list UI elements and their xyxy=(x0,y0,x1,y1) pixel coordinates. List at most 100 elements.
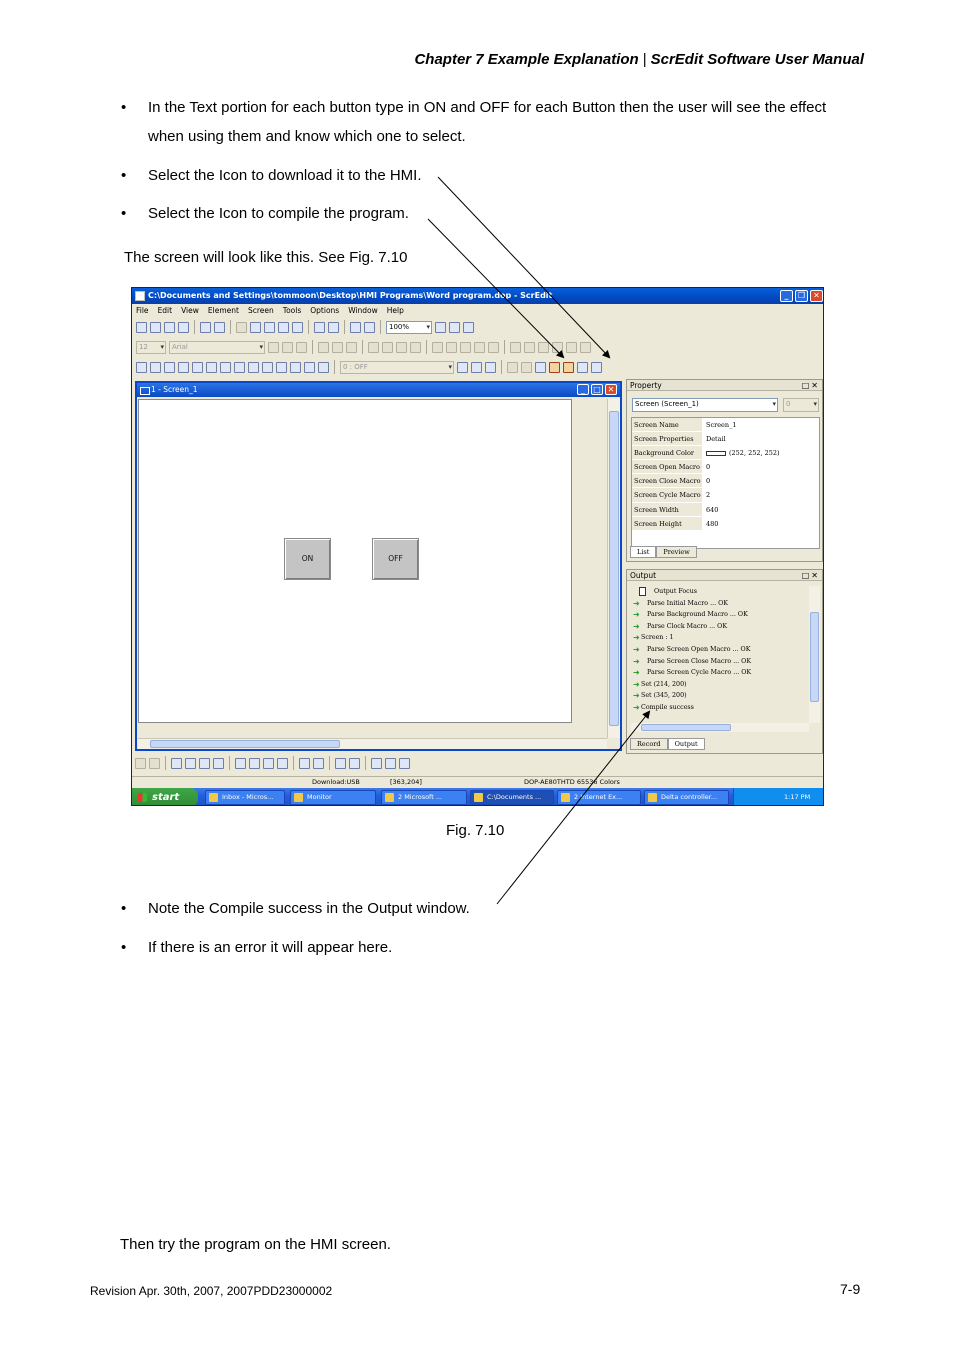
menu-view[interactable]: View xyxy=(181,304,199,317)
property-row[interactable]: Screen Open Macro 0 xyxy=(632,460,819,475)
pen-icon[interactable] xyxy=(432,341,443,353)
property-row[interactable]: Screen Width 640 xyxy=(632,502,819,517)
forward-icon[interactable] xyxy=(521,361,532,373)
menu-edit[interactable]: Edit xyxy=(158,304,173,317)
property-row[interactable]: Screen Name Screen_1 xyxy=(632,418,819,433)
start-button[interactable]: start xyxy=(132,788,198,805)
compile-icon[interactable] xyxy=(535,361,546,373)
hmi-on-button[interactable]: ON xyxy=(284,538,331,580)
copy-icon[interactable] xyxy=(250,321,261,333)
menu-help[interactable]: Help xyxy=(387,304,404,317)
task-internet[interactable]: 2 Internet Ex... xyxy=(557,790,641,805)
property-panel-controls[interactable]: □✕ xyxy=(802,380,820,391)
vertical-scrollbar[interactable] xyxy=(607,399,620,738)
meter-element-icon[interactable] xyxy=(150,361,161,373)
help-icon[interactable] xyxy=(364,321,375,333)
screen-open-icon[interactable] xyxy=(328,321,339,333)
grid-snap-icon[interactable] xyxy=(399,757,410,769)
grid-icon[interactable] xyxy=(460,341,471,353)
lamp-element-icon[interactable] xyxy=(206,361,217,373)
upload-icon[interactable] xyxy=(563,361,574,373)
font-size-select[interactable]: 12 xyxy=(136,340,166,354)
doc-minimize-button[interactable]: _ xyxy=(577,384,589,395)
multi-select-icon[interactable] xyxy=(149,757,160,769)
save-as-icon[interactable] xyxy=(178,321,189,333)
property-row[interactable]: Screen Close Macro 0 xyxy=(632,474,819,489)
print-icon[interactable] xyxy=(350,321,361,333)
find-icon[interactable] xyxy=(292,321,303,333)
bring-front-icon[interactable] xyxy=(171,757,182,769)
align-bottom-edge-icon[interactable] xyxy=(277,757,288,769)
tool-d-icon[interactable] xyxy=(552,341,563,353)
save-icon[interactable] xyxy=(164,321,175,333)
button-element-icon[interactable] xyxy=(136,361,147,373)
italic-icon[interactable] xyxy=(396,341,407,353)
center-vertical-icon[interactable] xyxy=(313,757,324,769)
minimize-button[interactable]: _ xyxy=(780,290,793,302)
delete-icon[interactable] xyxy=(278,321,289,333)
zoom-fit-icon[interactable] xyxy=(463,321,474,333)
move-top-icon[interactable] xyxy=(332,341,343,353)
layer-icon[interactable] xyxy=(474,341,485,353)
screen-icon[interactable] xyxy=(314,321,325,333)
doc-close-button[interactable]: ✕ xyxy=(605,384,617,395)
align-left-edge-icon[interactable] xyxy=(235,757,246,769)
circle-element-icon[interactable] xyxy=(220,361,231,373)
chart-element-icon[interactable] xyxy=(262,361,273,373)
macro-icon[interactable] xyxy=(471,361,482,373)
macro-edit-icon[interactable] xyxy=(485,361,496,373)
menu-screen[interactable]: Screen xyxy=(248,304,274,317)
tab-list[interactable]: List xyxy=(630,546,657,558)
space-vertical-icon[interactable] xyxy=(385,757,396,769)
menu-tools[interactable]: Tools xyxy=(283,304,301,317)
output-panel-controls[interactable]: □✕ xyxy=(802,570,820,581)
zoom-out-icon[interactable] xyxy=(449,321,460,333)
output-horizontal-scrollbar[interactable] xyxy=(631,723,809,732)
tool-b-icon[interactable] xyxy=(524,341,535,353)
task-inbox[interactable]: Inbox - Micros... xyxy=(205,790,285,805)
input-element-icon[interactable] xyxy=(248,361,259,373)
property-row[interactable]: Screen Properties Detail xyxy=(632,432,819,447)
table-element-icon[interactable] xyxy=(290,361,301,373)
underline-icon[interactable] xyxy=(410,341,421,353)
open-folder-icon[interactable] xyxy=(150,321,161,333)
tab-record[interactable]: Record xyxy=(630,738,668,750)
property-row[interactable]: Background Color (252, 252, 252) xyxy=(632,446,819,461)
zoom-in-icon[interactable] xyxy=(435,321,446,333)
tool-e-icon[interactable] xyxy=(566,341,577,353)
new-file-icon[interactable] xyxy=(136,321,147,333)
menu-file[interactable]: File xyxy=(136,304,149,317)
task-delta[interactable]: Delta controller... xyxy=(644,790,729,805)
property-object-select[interactable]: Screen (Screen_1) xyxy=(632,398,778,412)
tool-a-icon[interactable] xyxy=(510,341,521,353)
trend-element-icon[interactable] xyxy=(276,361,287,373)
output-vertical-scrollbar[interactable] xyxy=(809,586,820,723)
fill-icon[interactable] xyxy=(446,341,457,353)
pipe-element-icon[interactable] xyxy=(178,361,189,373)
align-right-edge-icon[interactable] xyxy=(249,757,260,769)
menu-window[interactable]: Window xyxy=(348,304,378,317)
zoom-select[interactable]: 100% xyxy=(386,320,432,334)
design-canvas[interactable]: ON OFF xyxy=(138,399,572,723)
align-left-icon[interactable] xyxy=(268,341,279,353)
restore-button[interactable]: ❐ xyxy=(795,290,808,302)
same-width-icon[interactable] xyxy=(335,757,346,769)
move-down-icon[interactable] xyxy=(346,341,357,353)
alarm-element-icon[interactable] xyxy=(304,361,315,373)
menu-element[interactable]: Element xyxy=(208,304,239,317)
task-microsoft[interactable]: 2 Microsoft ... xyxy=(381,790,467,805)
hmi-off-button[interactable]: OFF xyxy=(372,538,419,580)
transfer-icon[interactable] xyxy=(591,361,602,373)
download-icon[interactable] xyxy=(549,361,560,373)
state-select[interactable]: 0 : OFF xyxy=(340,360,454,374)
cut-icon[interactable] xyxy=(236,321,247,333)
pie-element-icon[interactable] xyxy=(192,361,203,373)
keypad-element-icon[interactable] xyxy=(318,361,329,373)
task-documents[interactable]: C:\Documents ... xyxy=(470,790,554,805)
bring-forward-icon[interactable] xyxy=(199,757,210,769)
doc-maximize-button[interactable]: □ xyxy=(591,384,603,395)
tool-f-icon[interactable] xyxy=(580,341,591,353)
property-row[interactable]: Screen Height 480 xyxy=(632,516,819,531)
send-back-icon[interactable] xyxy=(185,757,196,769)
paste-icon[interactable] xyxy=(264,321,275,333)
